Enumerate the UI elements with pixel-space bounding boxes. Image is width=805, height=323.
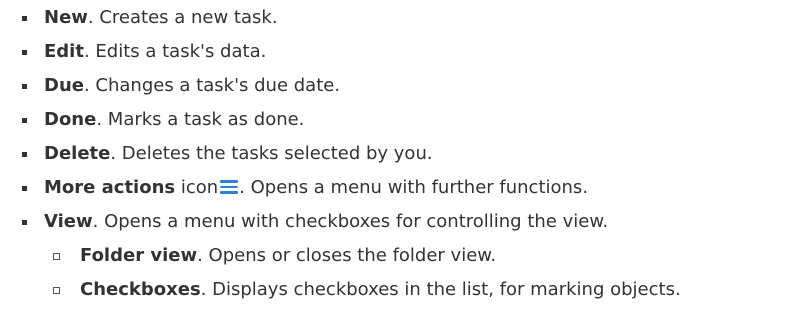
bullet-marker [22, 50, 27, 55]
subitem-description: . Opens or closes the folder view. [197, 245, 497, 266]
subitem-description: . Displays checkboxes in the list, for m… [200, 279, 681, 300]
bullet-marker [22, 84, 27, 89]
bullet-marker [22, 118, 27, 123]
bullet-marker [22, 186, 27, 191]
item-description: . Opens a menu with further functions. [239, 177, 589, 198]
item-description: . Deletes the tasks selected by you. [110, 143, 433, 164]
item-term: View [44, 211, 93, 232]
item-description: . Marks a task as done. [96, 109, 305, 130]
bullet-marker [22, 152, 27, 157]
item-description: . Creates a new task. [87, 7, 278, 28]
feature-list: New. Creates a new task. Edit. Edits a t… [0, 0, 805, 323]
sub-bullet-marker [53, 287, 60, 294]
bullet-marker [22, 220, 27, 225]
item-term: New [44, 7, 88, 28]
subitem-term: Folder view [80, 245, 198, 266]
item-description: . Opens a menu with checkboxes for contr… [92, 211, 609, 232]
hamburger-menu-icon [220, 180, 239, 194]
item-term: Delete [44, 143, 111, 164]
item-description: . Edits a task's data. [83, 41, 267, 62]
item-term: More actions [44, 177, 176, 198]
item-description: . Changes a task's due date. [83, 75, 341, 96]
item-term: Edit [44, 41, 84, 62]
sub-bullet-marker [53, 253, 60, 260]
bullet-marker [22, 16, 27, 21]
subitem-term: Checkboxes [80, 279, 201, 300]
item-term: Done [44, 109, 97, 130]
item-term: Due [44, 75, 84, 96]
item-icon-prefix: icon [175, 177, 219, 198]
